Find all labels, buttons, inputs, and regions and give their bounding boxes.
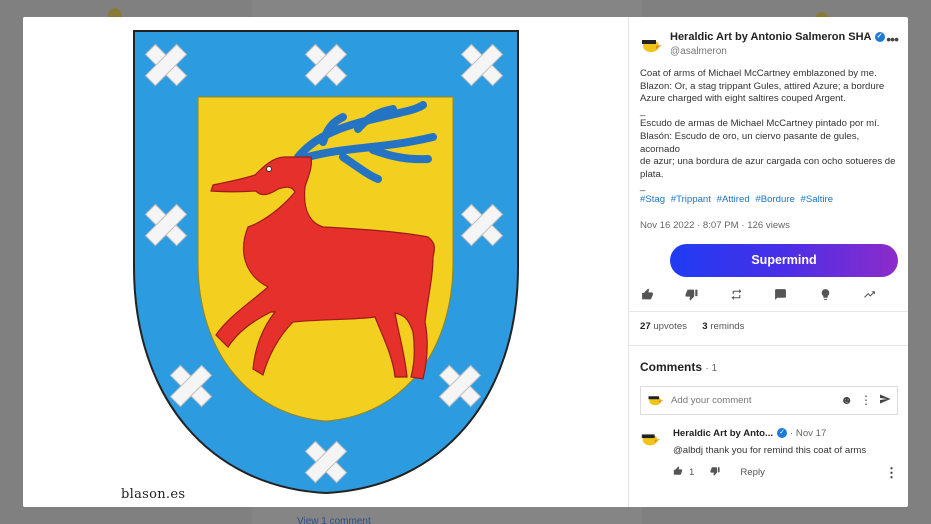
verified-badge-icon: ✓ <box>874 32 885 42</box>
post-body-separator: _ <box>640 181 646 193</box>
emoji-icon[interactable]: ☻ <box>840 393 853 407</box>
boost-lightbulb-icon[interactable] <box>818 288 832 302</box>
image-watermark: blason.es <box>121 487 186 502</box>
post-body-separator: _ <box>640 105 646 117</box>
supermind-button[interactable]: Supermind <box>670 243 898 277</box>
verified-badge-icon: ✓ <box>777 428 788 439</box>
upvotes-count: 27 <box>640 320 651 332</box>
comment-more-options-icon[interactable]: ⋮ <box>885 465 898 481</box>
view-comments-link[interactable]: View 1 comment <box>297 516 371 524</box>
coat-of-arms-image <box>133 30 519 495</box>
post-meta: Nov 16 2022 · 8:07 PM · 126 views <box>629 207 908 231</box>
engagement-counts: 27 upvotes 3 reminds <box>629 312 908 345</box>
comment-item: Heraldic Art by Anto... ✓ · Nov 17 @albd… <box>629 415 908 481</box>
owner-handle[interactable]: @asalmeron <box>670 46 886 57</box>
comment-author[interactable]: Heraldic Art by Anto... <box>673 428 773 439</box>
post-header: Heraldic Art by Antonio Salmeron SHA ✓ @… <box>629 17 908 64</box>
thumbs-up-icon[interactable] <box>640 288 654 302</box>
stag-eye <box>266 166 272 172</box>
reminds-label[interactable]: reminds <box>710 321 744 332</box>
hashtag-attired[interactable]: #Attired <box>717 194 750 205</box>
hashtags: #Stag #Trippant #Attired #Bordure #Salti… <box>640 194 898 207</box>
hashtag-stag[interactable]: #Stag <box>640 194 665 205</box>
comment-upvote-count: 1 <box>689 467 695 479</box>
comment-time: · Nov 17 <box>790 427 827 439</box>
post-body-line: plata. <box>640 168 664 180</box>
comment-reply-button[interactable]: Reply <box>740 467 765 478</box>
comment-composer: ☻ ⋮ <box>640 385 898 415</box>
duck-avatar-icon <box>640 33 664 57</box>
post-body-line: Blasón: Escudo de oro, un ciervo pasante… <box>640 130 860 155</box>
comment-icon[interactable] <box>774 288 788 302</box>
thumbs-down-icon[interactable] <box>685 288 699 302</box>
post-body-line: Azure charged with eight saltires couped… <box>640 93 846 105</box>
reminds-count: 3 <box>702 320 708 332</box>
comment-thumbs-down-icon[interactable] <box>710 466 720 479</box>
more-vertical-icon[interactable]: ⋮ <box>860 393 872 407</box>
post-body-line: Escudo de armas de Michael McCartney pin… <box>640 118 880 130</box>
post-info-panel: Heraldic Art by Antonio Salmeron SHA ✓ @… <box>629 17 908 507</box>
post-image[interactable]: blason.es <box>23 17 629 507</box>
owner-name[interactable]: Heraldic Art by Antonio Salmeron SHA ✓ <box>670 31 886 43</box>
comment-thumbs-up-icon[interactable] <box>673 466 683 479</box>
hashtag-saltire[interactable]: #Saltire <box>801 194 834 205</box>
post-body: Coat of arms of Michael McCartney emblaz… <box>629 64 908 207</box>
remind-repost-icon[interactable] <box>729 288 743 302</box>
comments-title: Comments <box>640 359 703 374</box>
hashtag-trippant[interactable]: #Trippant <box>671 194 711 205</box>
post-date: Nov 16 2022 · 8:07 PM <box>640 219 739 231</box>
upvotes-label[interactable]: upvotes <box>653 321 687 332</box>
media-modal: blason.es Heraldic Art by Antonio Salmer… <box>23 17 908 507</box>
owner-name-text[interactable]: Heraldic Art by Antonio Salmeron SHA <box>670 31 872 43</box>
duck-avatar-icon[interactable] <box>640 427 662 450</box>
comment-input[interactable] <box>671 394 834 406</box>
comment-text: @albdj thank you for remind this coat of… <box>673 444 867 456</box>
duck-avatar-icon <box>647 391 665 410</box>
owner-avatar[interactable] <box>640 33 664 57</box>
post-actions <box>629 277 908 311</box>
comments-heading: Comments · 1 <box>629 346 908 374</box>
hashtag-bordure[interactable]: #Bordure <box>755 194 794 205</box>
send-icon[interactable] <box>879 393 891 408</box>
comments-count: · 1 <box>705 362 718 374</box>
post-body-line: de azur; una bordura de azur cargada con… <box>640 156 896 168</box>
post-views: 126 views <box>747 219 790 231</box>
post-body-line: Coat of arms of Michael McCartney emblaz… <box>640 68 877 79</box>
post-body-line: Blazon: Or, a stag trippant Gules, attir… <box>640 80 885 92</box>
post-more-options-button[interactable]: ••• <box>886 31 899 47</box>
analytics-trending-icon[interactable] <box>863 288 877 302</box>
